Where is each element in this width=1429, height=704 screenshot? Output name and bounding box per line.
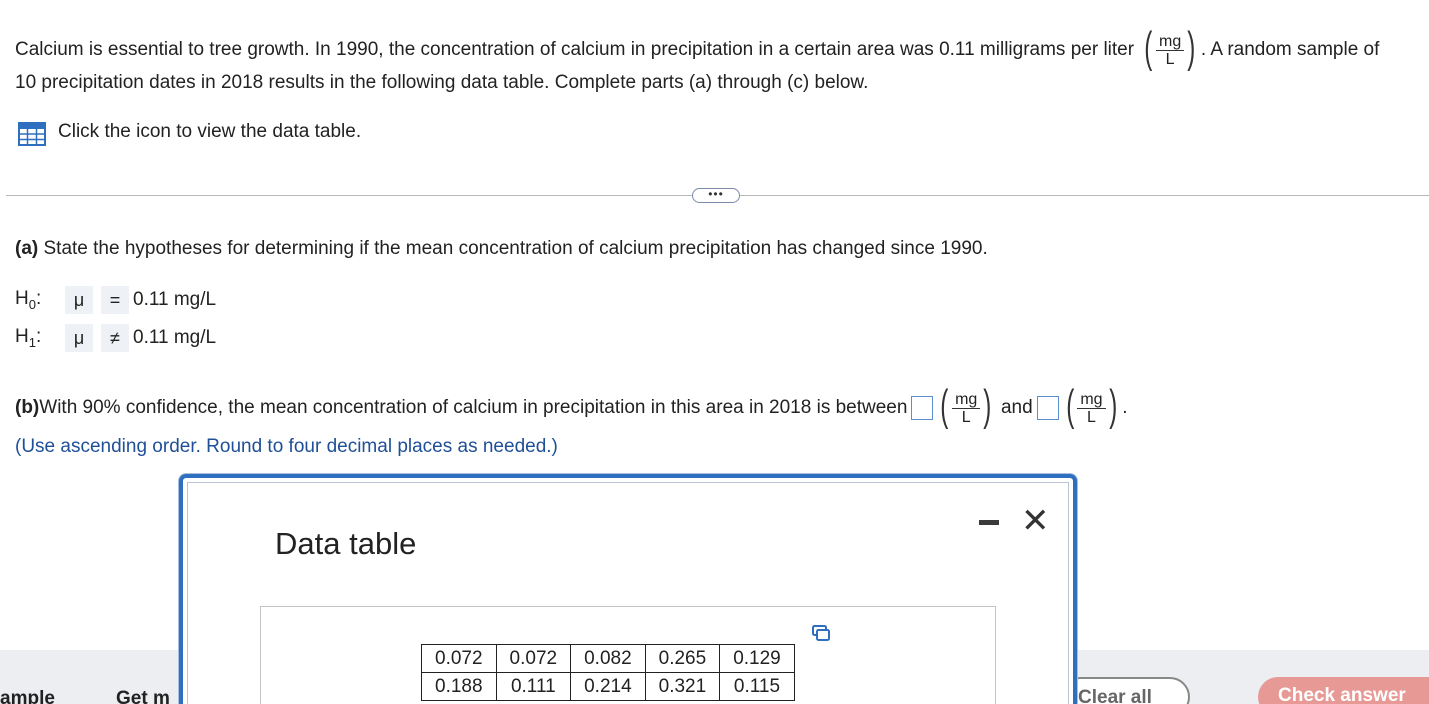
unit-fraction: ( mg L ) [1144,23,1196,72]
table-cell: 0.214 [570,672,646,701]
upper-bound-input[interactable] [1036,396,1059,420]
h1-operator-select[interactable]: ≠ [101,324,129,352]
part-b-text: With 90% confidence, the mean concentrat… [39,397,908,418]
null-hypothesis-row: H0: μ = 0.11 mg/L [15,285,216,315]
copy-icon[interactable] [812,625,830,641]
unit-denominator: L [1087,408,1096,426]
table-cell: 0.072 [495,644,572,673]
table-cell: 0.115 [719,672,795,701]
check-answer-button[interactable]: Check answer [1258,677,1429,704]
part-b-label: (b) [15,397,40,418]
table-cell: 0.082 [570,644,646,673]
intro-text-part1: Calcium is essential to tree growth. In … [15,39,1135,61]
unit-numerator: mg [952,391,981,409]
unit-fraction: ( mg L ) [1065,381,1117,430]
table-cell: 0.129 [719,644,795,673]
intro-line-2: 10 precipitation dates in 2018 results i… [15,72,869,93]
intro-text-part2: . A random sample of [1200,39,1380,61]
table-cell: 0.265 [644,644,721,673]
more-options-button[interactable]: ••• [692,188,740,203]
h1-value: 0.11 mg/L [133,327,217,348]
unit-numerator: mg [1156,33,1185,51]
h0-operator-select[interactable]: = [101,286,129,314]
unit-numerator: mg [1077,391,1106,409]
get-more-help-link[interactable]: Get m [116,688,170,704]
intro-line-1: Calcium is essential to tree growth. In … [15,23,1380,72]
table-cell: 0.188 [421,672,497,701]
alternative-hypothesis-row: H1: μ ≠ 0.11 mg/L [15,323,216,353]
table-row: 0.188 0.111 0.214 0.321 0.115 [421,672,795,701]
unit-denominator: L [961,408,971,426]
view-data-table-link[interactable]: Click the icon to view the data table. [58,121,361,143]
part-a-text: State the hypotheses for determining if … [38,238,988,259]
clear-all-button[interactable]: Clear all [1060,677,1190,704]
minimize-icon[interactable] [979,520,999,525]
part-b-prompt: (b) With 90% confidence, the mean concen… [15,378,1128,438]
and-text: and [1000,397,1033,418]
grid-icon[interactable] [18,122,46,146]
table-row: 0.072 0.072 0.082 0.265 0.129 [421,644,795,673]
unit-denominator: L [1165,50,1175,68]
lower-bound-input[interactable] [911,396,934,420]
h0-label: H0: [15,288,42,312]
dialog-title: Data table [275,526,417,561]
h1-label: H1: [15,326,42,350]
close-icon[interactable]: ✕ [1021,504,1050,538]
calcium-data-table: 0.072 0.072 0.082 0.265 0.129 0.188 0.11… [421,644,795,701]
table-cell: 0.321 [644,672,721,701]
unit-fraction: ( mg L ) [940,381,992,430]
h0-parameter-select[interactable]: μ [65,286,93,314]
part-a-label: (a) [15,238,39,259]
similar-question-link[interactable]: ample [0,688,55,704]
table-cell: 0.072 [421,644,497,673]
part-a-prompt: (a) State the hypotheses for determining… [15,238,988,260]
sentence-end: . [1122,397,1128,418]
data-table-dialog: Data table ✕ 0.072 0.072 0.082 0.265 0.1… [179,474,1077,704]
h1-parameter-select[interactable]: μ [65,324,93,352]
part-b-hint: (Use ascending order. Round to four deci… [15,436,558,457]
h0-value: 0.11 mg/L [133,289,217,310]
table-cell: 0.111 [495,672,572,701]
